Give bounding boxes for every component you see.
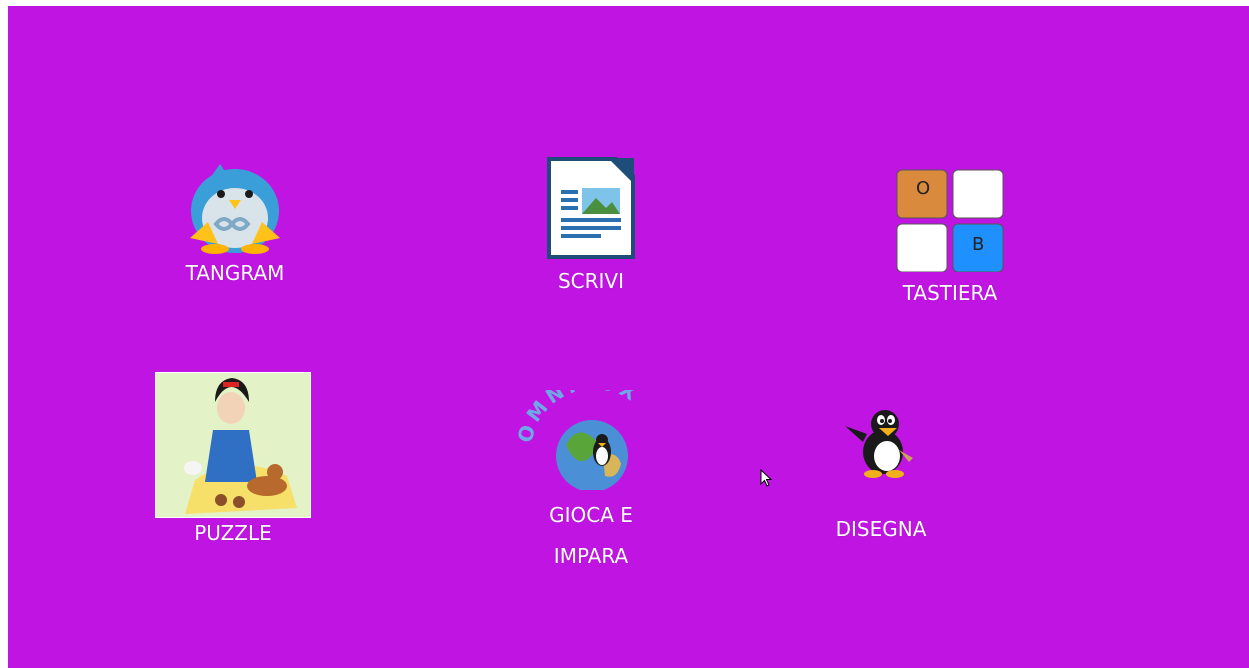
penguin-tangram-icon[interactable] (180, 156, 290, 256)
app-puzzle[interactable]: PUZZLE (153, 372, 313, 549)
app-tangram[interactable]: TANGRAM (160, 156, 310, 289)
app-label: DISEGNA (835, 517, 927, 541)
app-label: TANGRAM (185, 261, 285, 285)
omnitux-globe-icon[interactable]: OMNITUX (511, 390, 671, 490)
app-label: SCRIVI (557, 269, 625, 293)
key-b-label: B (972, 234, 984, 255)
tux-paint-penguin-icon[interactable] (841, 406, 921, 478)
app-gioca-e-impara[interactable]: OMNITUX GIOCA E IMPARA (510, 390, 672, 572)
app-label: PUZZLE (194, 521, 272, 545)
app-scrivi[interactable]: SCRIVI (516, 156, 666, 297)
keyboard-keys-icon[interactable]: O B (895, 168, 1005, 272)
app-label: GIOCA E (549, 503, 633, 527)
mouse-pointer-icon (760, 468, 774, 493)
app-tastiera[interactable]: O B TASTIERA (875, 168, 1025, 309)
app-label-line2: IMPARA (553, 544, 629, 568)
app-disegna[interactable]: DISEGNA (816, 406, 946, 545)
app-label: TASTIERA (902, 281, 998, 305)
snow-white-puzzle-icon[interactable] (155, 372, 311, 518)
writer-document-icon[interactable] (546, 156, 636, 260)
key-o-label: O (916, 178, 930, 199)
desktop: TANGRAM SCRIVI O B TASTIERA PUZZLE OMN X… (8, 6, 1249, 668)
